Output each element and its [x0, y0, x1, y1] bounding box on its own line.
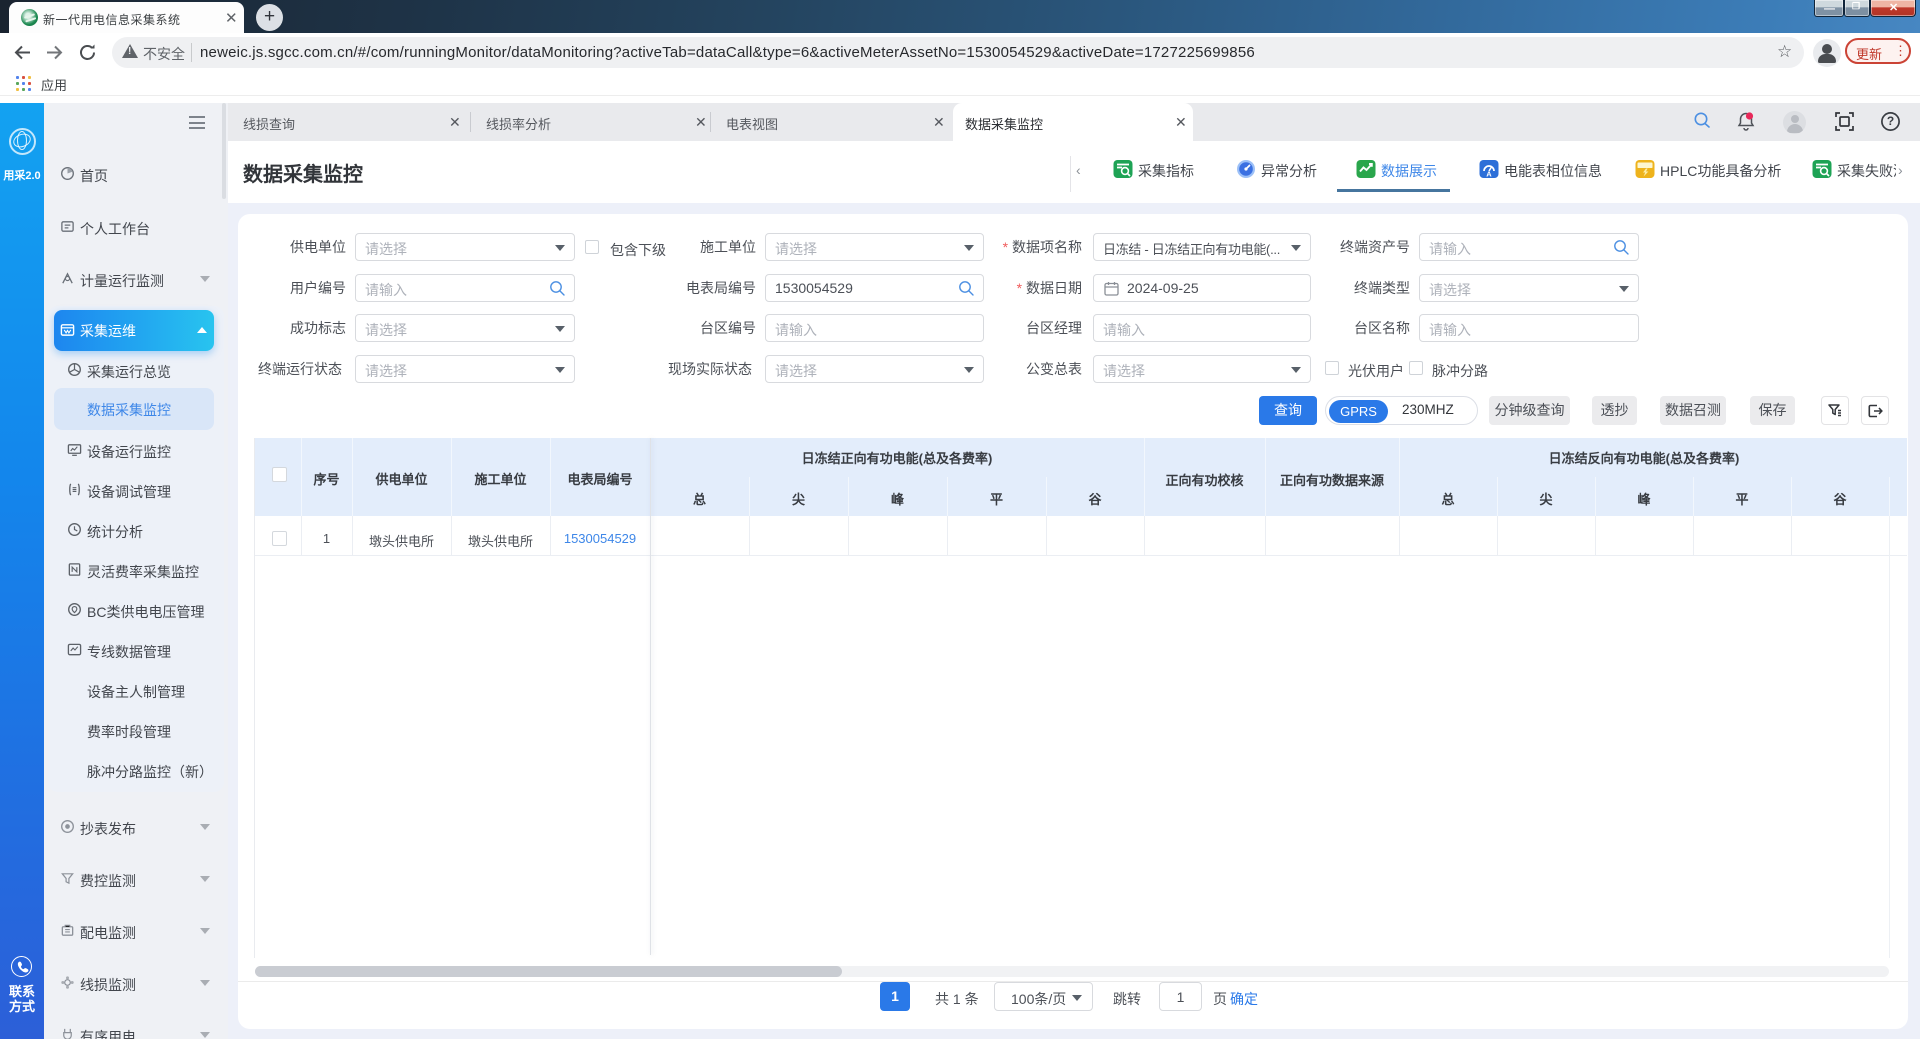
svg-text:A: A — [1486, 170, 1492, 179]
